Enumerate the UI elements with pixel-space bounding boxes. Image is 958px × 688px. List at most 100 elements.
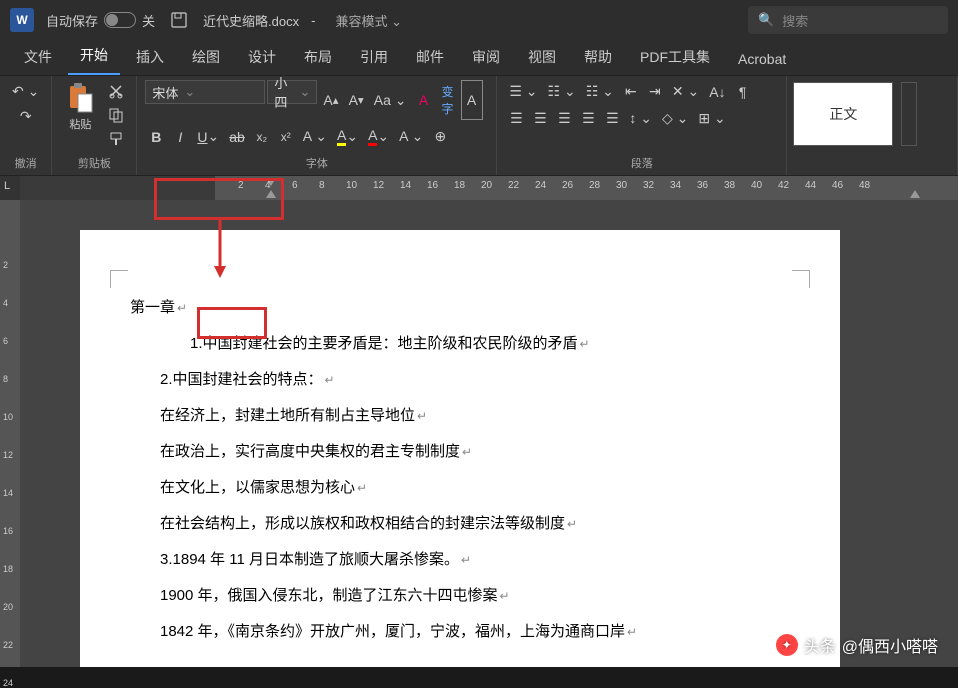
document-line[interactable]: 第一章 — [130, 290, 790, 326]
tab-file[interactable]: 文件 — [12, 39, 64, 75]
vruler-number: 16 — [3, 526, 13, 536]
change-case-button[interactable]: Aa ⌄ — [370, 80, 411, 120]
show-marks-button[interactable]: ¶ — [732, 80, 754, 103]
vruler-number: 20 — [3, 602, 13, 612]
highlight-button[interactable]: A ⌄ — [333, 124, 362, 149]
char-shading-button[interactable]: A ⌄ — [395, 124, 427, 149]
asian-layout-button[interactable]: ✕ ⌄ — [668, 80, 703, 103]
bold-button[interactable]: B — [145, 124, 167, 149]
ruler-number: 48 — [859, 180, 870, 191]
document-line[interactable]: 1900 年，俄国入侵东北，制造了江东六十四屯惨案 — [130, 578, 790, 614]
document-scroll[interactable]: 第一章1.中国封建社会的主要矛盾是：地主阶级和农民阶级的矛盾2.中国封建社会的特… — [20, 200, 958, 667]
increase-indent-button[interactable]: ⇥ — [644, 80, 666, 103]
enclose-char-button[interactable]: ⊕ — [429, 124, 451, 149]
line-spacing-button[interactable]: ↕ ⌄ — [625, 107, 656, 130]
increase-font-button[interactable]: A▴ — [319, 80, 342, 120]
tab-review[interactable]: 审阅 — [460, 39, 512, 75]
font-color-button[interactable]: A ⌄ — [364, 124, 393, 149]
ruler-number: 16 — [427, 180, 438, 191]
vertical-ruler[interactable]: 24681012141618202224 — [0, 200, 20, 667]
justify-button[interactable]: ☰ — [577, 107, 599, 130]
search-input[interactable]: 🔍 搜索 — [748, 6, 948, 34]
tab-help[interactable]: 帮助 — [572, 39, 624, 75]
copy-button[interactable] — [104, 104, 128, 126]
tab-references[interactable]: 引用 — [348, 39, 400, 75]
save-button[interactable] — [167, 9, 191, 31]
document-area: 24681012141618202224 第一章1.中国封建社会的主要矛盾是：地… — [0, 200, 958, 667]
watermark-prefix: 头条 — [804, 633, 836, 657]
document-line[interactable]: 1.中国封建社会的主要矛盾是：地主阶级和农民阶级的矛盾 — [130, 326, 790, 362]
subscript-button[interactable]: x₂ — [251, 124, 273, 149]
hanging-indent-marker[interactable] — [266, 190, 276, 198]
titlebar: W 自动保存 关 近代史缩略.docx - 兼容模式 🔍 搜索 — [0, 0, 958, 40]
watermark-icon: ✦ — [776, 634, 798, 656]
char-border-button[interactable]: A — [461, 80, 483, 120]
filename-separator: - — [311, 13, 315, 28]
vruler-number: 12 — [3, 450, 13, 460]
tab-acrobat[interactable]: Acrobat — [726, 43, 798, 75]
font-name-dropdown[interactable]: 宋体 — [145, 80, 265, 104]
undo-group-label: 撤消 — [8, 153, 43, 173]
format-painter-button[interactable] — [104, 128, 128, 150]
ruler-number: 28 — [589, 180, 600, 191]
redo-button[interactable]: ↷ — [8, 105, 43, 128]
document-line[interactable]: 1842 年，《南京条约》开放广州，厦门，宁波，福州，上海为通商口岸 — [130, 614, 790, 650]
align-right-button[interactable]: ☰ — [553, 107, 575, 130]
phonetic-guide-button[interactable]: A — [413, 80, 435, 120]
tab-layout[interactable]: 布局 — [292, 39, 344, 75]
document-page[interactable]: 第一章1.中国封建社会的主要矛盾是：地主阶级和农民阶级的矛盾2.中国封建社会的特… — [80, 230, 840, 667]
compat-mode-label[interactable]: 兼容模式 — [335, 11, 402, 30]
ruler-number: 32 — [643, 180, 654, 191]
paste-button[interactable]: 粘贴 — [60, 80, 100, 134]
style-normal[interactable]: 正文 — [793, 82, 893, 146]
vruler-number: 10 — [3, 412, 13, 422]
underline-button[interactable]: U ⌄ — [193, 124, 223, 149]
tab-home[interactable]: 开始 — [68, 37, 120, 75]
horizontal-ruler[interactable]: L 24681012141618202224262830323436384042… — [0, 176, 958, 200]
style-next[interactable] — [901, 82, 917, 146]
sort-button[interactable]: A↓ — [705, 80, 729, 103]
distributed-button[interactable]: ☰ — [601, 107, 623, 130]
document-line[interactable]: 3.1894 年 11 月日本制造了旅顺大屠杀惨案。 — [130, 542, 790, 578]
char-spacing-button[interactable]: 变字 — [437, 80, 459, 120]
ruler-number: 18 — [454, 180, 465, 191]
document-line[interactable]: 在文化上，以儒家思想为核心 — [130, 470, 790, 506]
ruler-scale[interactable]: 2468101214161820222426283032343638404244… — [20, 176, 958, 200]
align-left-button[interactable]: ☰ — [505, 107, 527, 130]
tab-draw[interactable]: 绘图 — [180, 39, 232, 75]
search-placeholder: 搜索 — [782, 11, 808, 30]
ruler-number: 8 — [319, 180, 325, 191]
multilevel-list-button[interactable]: ☷ ⌄ — [582, 80, 618, 103]
tab-insert[interactable]: 插入 — [124, 39, 176, 75]
toggle-switch-icon[interactable] — [104, 12, 136, 28]
document-line[interactable]: 在经济上，封建土地所有制占主导地位 — [130, 398, 790, 434]
cut-button[interactable] — [104, 80, 128, 102]
align-center-button[interactable]: ☰ — [529, 107, 551, 130]
tab-view[interactable]: 视图 — [516, 39, 568, 75]
strikethrough-button[interactable]: ab — [225, 124, 249, 149]
ruler-number: 24 — [535, 180, 546, 191]
undo-button[interactable]: ↶ ⌄ — [8, 80, 43, 103]
styles-group: 正文 — [787, 76, 958, 175]
italic-button[interactable]: I — [169, 124, 191, 149]
borders-button[interactable]: ⊞ ⌄ — [694, 107, 729, 130]
autosave-toggle[interactable]: 自动保存 关 — [46, 11, 155, 30]
font-size-dropdown[interactable]: 小四 — [267, 80, 317, 104]
ruler-number: 42 — [778, 180, 789, 191]
tab-design[interactable]: 设计 — [236, 39, 288, 75]
superscript-button[interactable]: x² — [275, 124, 297, 149]
numbering-button[interactable]: ☷ ⌄ — [544, 80, 580, 103]
text-effects-button[interactable]: A ⌄ — [299, 124, 331, 149]
tab-pdf-tools[interactable]: PDF工具集 — [628, 39, 722, 75]
ruler-left-margin — [20, 176, 215, 200]
document-line[interactable]: 在社会结构上，形成以族权和政权相结合的封建宗法等级制度 — [130, 506, 790, 542]
bullets-button[interactable]: ☰ ⌄ — [505, 80, 541, 103]
document-line[interactable]: 在政治上，实行高度中央集权的君主专制制度 — [130, 434, 790, 470]
decrease-font-button[interactable]: A▾ — [345, 80, 368, 120]
tab-mailings[interactable]: 邮件 — [404, 39, 456, 75]
paragraph-group: ☰ ⌄ ☷ ⌄ ☷ ⌄ ⇤ ⇥ ✕ ⌄ A↓ ¶ ☰ ☰ ☰ ☰ ☰ ↕ ⌄ ◇… — [497, 76, 787, 175]
shading-button[interactable]: ◇ ⌄ — [658, 107, 692, 130]
document-line[interactable]: 2.中国封建社会的特点： — [130, 362, 790, 398]
decrease-indent-button[interactable]: ⇤ — [620, 80, 642, 103]
right-indent-marker[interactable] — [910, 190, 920, 198]
